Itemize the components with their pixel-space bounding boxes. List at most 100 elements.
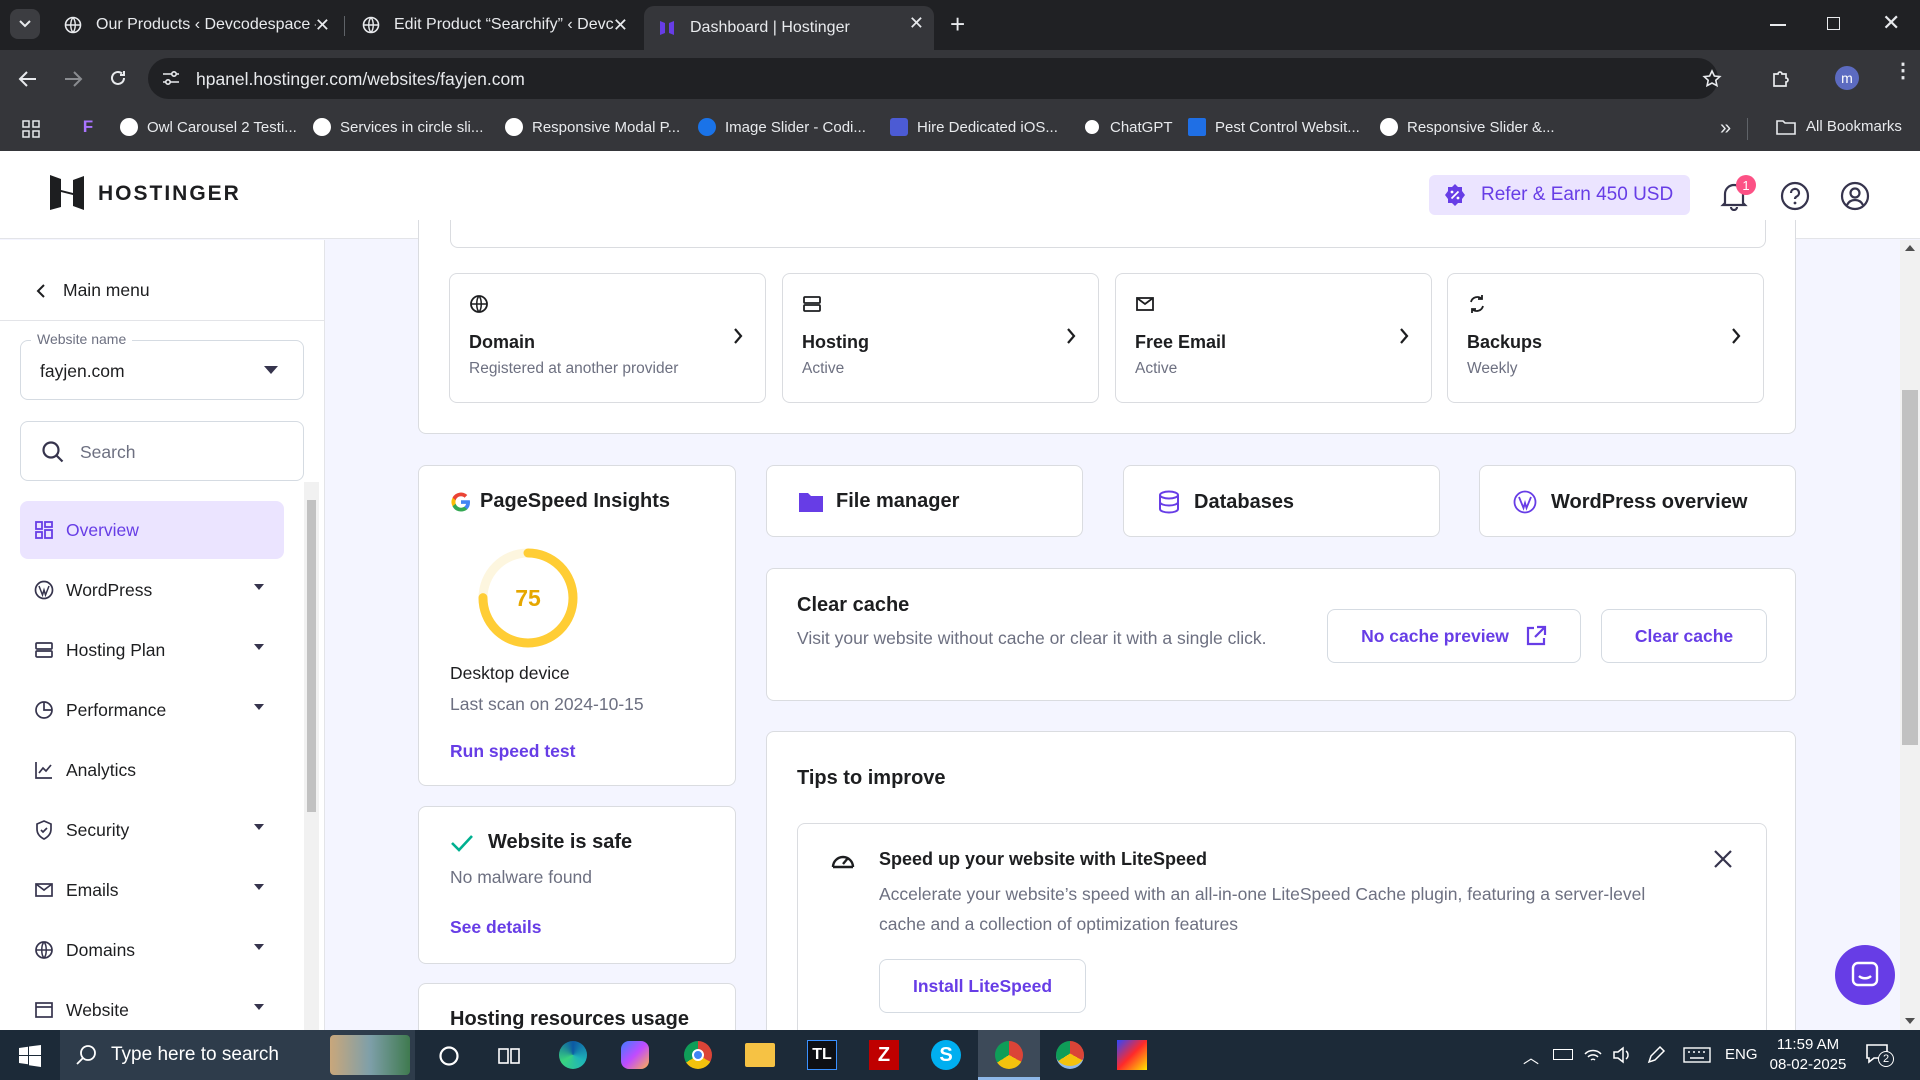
url-bar[interactable]: hpanel.hostinger.com/websites/fayjen.com <box>148 58 1722 99</box>
site-settings-icon[interactable] <box>162 70 180 86</box>
all-bookmarks[interactable]: All Bookmarks <box>1776 118 1902 135</box>
close-tab-icon[interactable]: ✕ <box>909 14 924 32</box>
tip-description: Accelerate your website’s speed with an … <box>879 884 1646 934</box>
sidebar-item-performance[interactable]: Performance <box>20 681 284 739</box>
bookmark-item[interactable]: Services in circle sli... <box>313 118 483 136</box>
bookmark-item[interactable]: Responsive Modal P... <box>505 118 680 136</box>
extensions-icon[interactable] <box>1771 67 1793 89</box>
profile-avatar[interactable]: m <box>1835 66 1859 90</box>
codepen-icon <box>505 118 523 136</box>
globe-icon <box>64 16 82 34</box>
pen-icon[interactable] <box>1646 1045 1666 1065</box>
clock[interactable]: 11:59 AM 08-02-2025 <box>1768 1035 1848 1075</box>
sidebar-item-website[interactable]: Website <box>20 981 284 1030</box>
file-explorer-app-icon[interactable] <box>745 1043 775 1067</box>
run-speed-test-link[interactable]: Run speed test <box>450 741 575 762</box>
chrome-app-icon[interactable] <box>684 1041 712 1069</box>
bookmark-item[interactable]: Responsive Slider &... <box>1380 118 1555 136</box>
bookmark-figma[interactable]: F <box>79 117 106 136</box>
volume-icon[interactable] <box>1612 1046 1632 1064</box>
battery-icon[interactable] <box>1553 1049 1573 1060</box>
f-logo-icon: F <box>82 117 94 136</box>
edge-app-icon[interactable] <box>559 1041 587 1069</box>
taskbar-search[interactable]: Type here to search <box>60 1030 415 1080</box>
sidebar-item-emails[interactable]: Emails <box>20 861 284 919</box>
keyboard-icon[interactable] <box>1683 1047 1711 1063</box>
tab-search-button[interactable] <box>10 9 40 39</box>
see-details-link[interactable]: See details <box>450 917 541 938</box>
bookmark-item[interactable]: ChatGPT <box>1083 118 1173 136</box>
task-view-icon[interactable] <box>497 1045 521 1067</box>
tips-title: Tips to improve <box>797 767 946 789</box>
tab-title: Dashboard | Hostinger <box>690 19 850 36</box>
back-arrow-icon[interactable] <box>18 70 38 88</box>
reload-icon[interactable] <box>108 68 128 88</box>
notifications-button[interactable]: 1 <box>1720 175 1756 211</box>
chrome-profile-app[interactable] <box>1056 1041 1084 1069</box>
sidebar-item-overview[interactable]: Overview <box>20 501 284 559</box>
copilot-app-icon[interactable] <box>621 1041 649 1069</box>
chrome-profile-app-active[interactable] <box>978 1030 1040 1080</box>
hostinger-logo[interactable]: HOSTINGER <box>50 175 241 213</box>
scroll-up-arrow-icon[interactable] <box>1905 245 1915 251</box>
sidebar-item-wordpress[interactable]: WordPress <box>20 561 284 619</box>
windows-start-icon[interactable] <box>19 1045 41 1067</box>
wordpress-icon <box>34 580 54 600</box>
browser-tab[interactable]: Edit Product “Searchify” ‹ Devco ✕ <box>348 8 638 42</box>
apps-grid-icon[interactable] <box>22 120 40 138</box>
website-select[interactable]: Website name fayjen.com <box>20 331 304 400</box>
star-bookmark-icon[interactable] <box>1702 69 1722 89</box>
close-window-icon[interactable]: ✕ <box>1882 10 1900 36</box>
tray-chevron-up-icon[interactable]: ︿ <box>1523 1044 1539 1068</box>
wifi-icon[interactable] <box>1583 1046 1603 1064</box>
skype-app-icon[interactable]: S <box>931 1040 961 1070</box>
sidebar-scrollbar[interactable] <box>304 482 319 1030</box>
quick-card-backups[interactable]: Backups Weekly <box>1447 273 1764 403</box>
action-center-button[interactable]: 2 <box>1866 1044 1894 1067</box>
help-icon[interactable] <box>1780 181 1810 211</box>
main-scrollbar[interactable] <box>1900 240 1920 1030</box>
live-chat-button[interactable] <box>1835 945 1895 1005</box>
bookmark-item[interactable]: Image Slider - Codi... <box>698 118 866 136</box>
tl-app-icon[interactable]: TL <box>807 1040 837 1070</box>
sidebar-search[interactable]: Search <box>20 421 304 481</box>
scroll-down-arrow-icon[interactable] <box>1905 1018 1915 1024</box>
bookmark-item[interactable]: Owl Carousel 2 Testi... <box>120 118 297 136</box>
paint-app-icon[interactable] <box>1117 1040 1147 1070</box>
filezilla-app-icon[interactable]: Z <box>869 1040 899 1070</box>
bookmark-item[interactable]: Pest Control Websit... <box>1188 118 1360 136</box>
refer-earn-button[interactable]: Refer & Earn 450 USD <box>1429 175 1690 215</box>
browser-menu-icon[interactable]: ⋮ <box>1893 61 1913 81</box>
bookmark-item[interactable]: Hire Dedicated iOS... <box>890 118 1058 136</box>
file-manager-card[interactable]: File manager <box>766 465 1083 537</box>
forward-arrow-icon[interactable] <box>63 70 83 88</box>
quick-card-hosting[interactable]: Hosting Active <box>782 273 1099 403</box>
no-cache-preview-button[interactable]: No cache preview <box>1327 609 1581 663</box>
close-tab-icon[interactable]: ✕ <box>613 16 628 34</box>
install-litespeed-button[interactable]: Install LiteSpeed <box>879 959 1086 1013</box>
restore-window-icon[interactable] <box>1827 17 1840 30</box>
new-tab-icon[interactable]: + <box>950 10 965 38</box>
sidebar-item-security[interactable]: Security <box>20 801 284 859</box>
account-icon[interactable] <box>1840 181 1870 211</box>
quick-card-domain[interactable]: Domain Registered at another provider <box>449 273 766 403</box>
main-menu-link[interactable]: Main menu <box>36 280 150 301</box>
cortana-icon[interactable] <box>438 1045 460 1067</box>
quick-card-free-email[interactable]: Free Email Active <box>1115 273 1432 403</box>
clear-cache-button[interactable]: Clear cache <box>1601 609 1767 663</box>
wordpress-overview-card[interactable]: WordPress overview <box>1479 465 1796 537</box>
sidebar-item-hosting-plan[interactable]: Hosting Plan <box>20 621 284 679</box>
close-tab-icon[interactable]: ✕ <box>315 16 330 34</box>
close-icon[interactable] <box>1713 849 1733 869</box>
more-bookmarks-icon[interactable]: » <box>1720 117 1731 140</box>
sidebar-item-analytics[interactable]: Analytics <box>20 741 284 799</box>
sidebar-item-label: Analytics <box>66 759 137 780</box>
browser-tab[interactable]: Our Products ‹ Devcodespace — ✕ <box>50 8 340 42</box>
sidebar-item-domains[interactable]: Domains <box>20 921 284 979</box>
language-indicator[interactable]: ENG <box>1725 1046 1758 1063</box>
minimize-window-icon[interactable] <box>1770 24 1786 26</box>
sidebar-item-label: Performance <box>66 699 167 720</box>
databases-card[interactable]: Databases <box>1123 465 1440 537</box>
windows-taskbar: Type here to search TL Z S ︿ ENG 11:59 A… <box>0 1030 1920 1080</box>
browser-tab-active[interactable]: Dashboard | Hostinger ✕ <box>644 6 934 50</box>
